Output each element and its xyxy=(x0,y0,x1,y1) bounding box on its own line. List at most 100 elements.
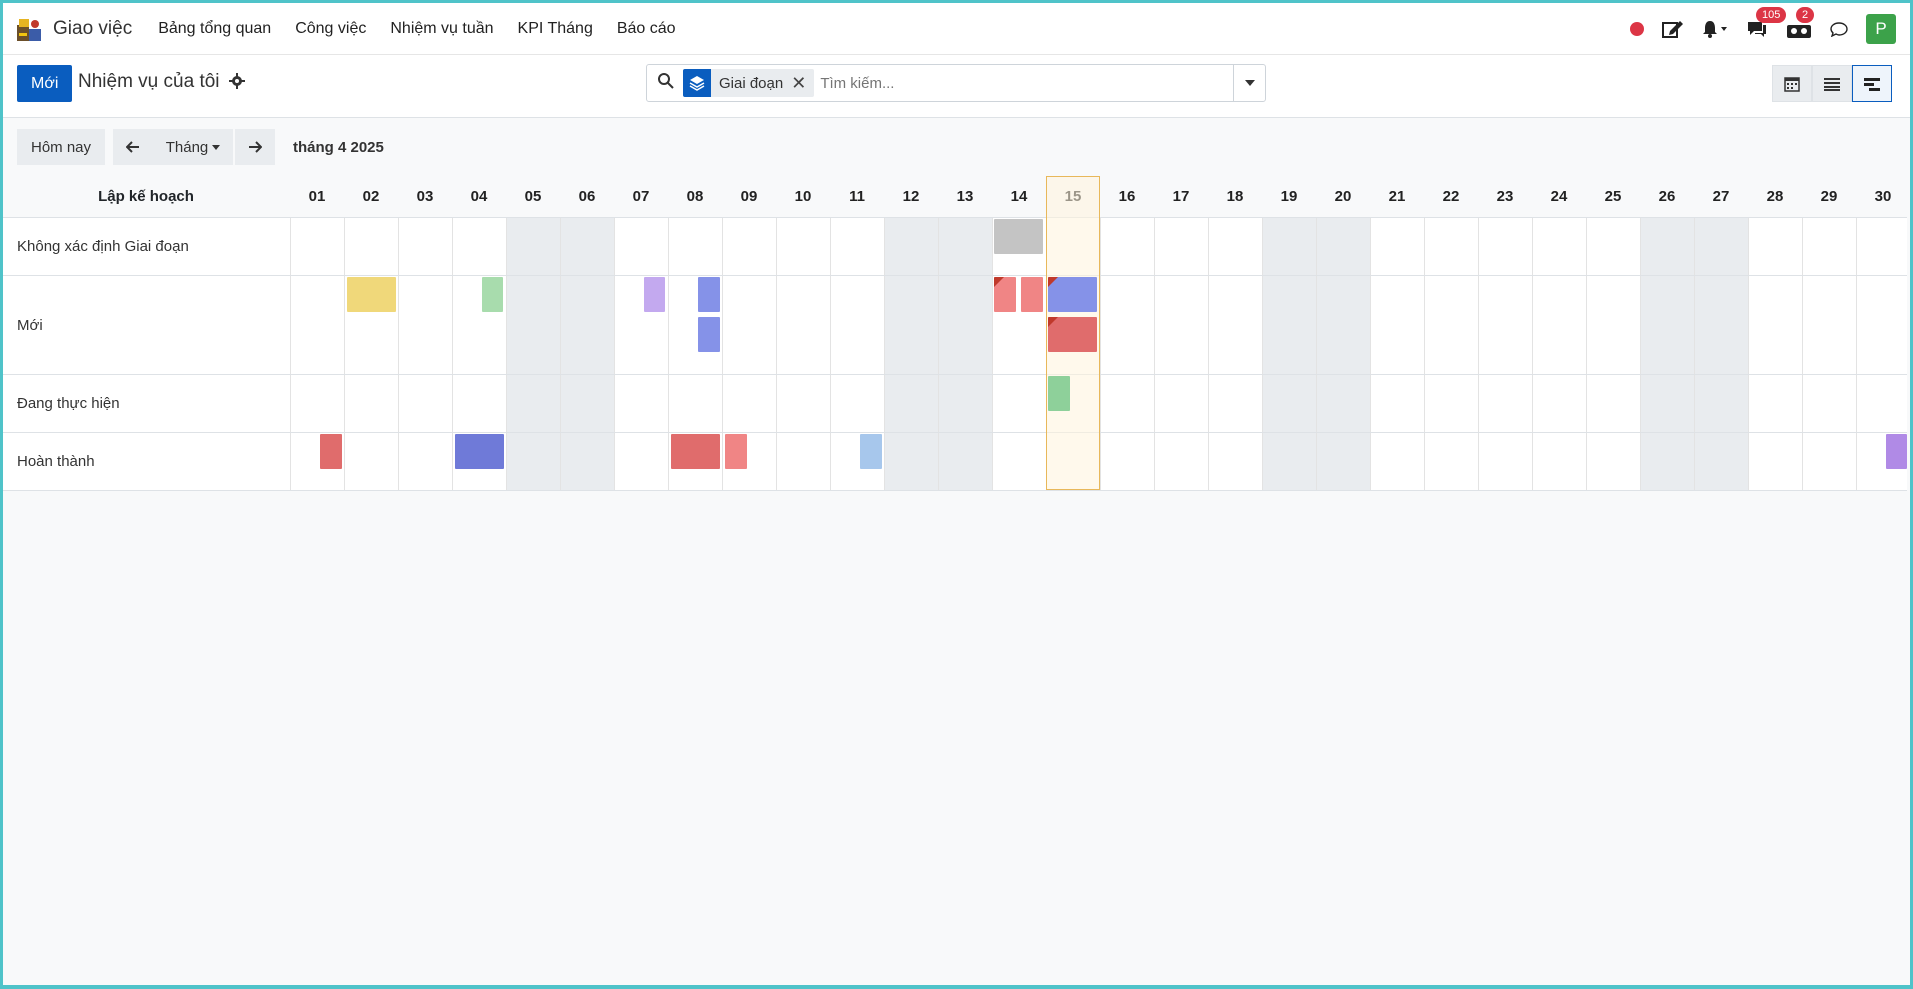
search-icon[interactable] xyxy=(657,72,675,95)
gantt-cell[interactable] xyxy=(1478,433,1532,490)
gantt-cell[interactable] xyxy=(1640,276,1694,374)
gantt-cell[interactable] xyxy=(1424,433,1478,490)
menu-item-dashboard[interactable]: Bảng tổng quan xyxy=(146,20,283,38)
gantt-cell[interactable] xyxy=(992,433,1046,490)
gantt-cell[interactable] xyxy=(668,218,722,275)
gantt-cell[interactable] xyxy=(1640,433,1694,490)
menu-item-kpi-month[interactable]: KPI Tháng xyxy=(506,20,605,38)
gantt-cell[interactable] xyxy=(1100,276,1154,374)
gantt-cell[interactable] xyxy=(560,375,614,432)
scale-dropdown[interactable]: Tháng xyxy=(153,129,233,165)
gantt-cell[interactable] xyxy=(398,433,452,490)
gantt-cell[interactable] xyxy=(1856,218,1910,275)
gantt-cell[interactable] xyxy=(344,375,398,432)
gantt-cell[interactable] xyxy=(1586,433,1640,490)
recording-indicator-icon[interactable] xyxy=(1630,22,1644,36)
gantt-cell[interactable] xyxy=(506,218,560,275)
gantt-task-pill[interactable] xyxy=(725,434,747,469)
gantt-cell[interactable] xyxy=(938,218,992,275)
gantt-cell[interactable] xyxy=(992,375,1046,432)
gantt-cell[interactable] xyxy=(1640,218,1694,275)
gantt-cell[interactable] xyxy=(722,375,776,432)
gantt-cell[interactable] xyxy=(776,218,830,275)
gantt-task-pill[interactable] xyxy=(1021,277,1043,312)
gantt-cell[interactable] xyxy=(1262,375,1316,432)
gantt-cell[interactable] xyxy=(290,375,344,432)
menu-item-reports[interactable]: Báo cáo xyxy=(605,20,688,38)
gantt-cell[interactable] xyxy=(1424,218,1478,275)
gantt-task-pill[interactable] xyxy=(994,277,1016,312)
gantt-cell[interactable] xyxy=(1802,218,1856,275)
gantt-cell[interactable] xyxy=(1316,375,1370,432)
list-view-icon[interactable] xyxy=(1812,65,1852,102)
gantt-cell[interactable] xyxy=(1532,276,1586,374)
menu-item-tasks[interactable]: Công việc xyxy=(283,20,378,38)
next-button[interactable] xyxy=(235,129,275,165)
calendar-view-icon[interactable] xyxy=(1772,65,1812,102)
gantt-task-pill[interactable] xyxy=(860,434,882,469)
messages-icon[interactable]: 105 xyxy=(1746,7,1787,39)
app-name[interactable]: Giao việc xyxy=(53,18,132,40)
gantt-task-pill[interactable] xyxy=(455,434,504,469)
gantt-cell[interactable] xyxy=(506,375,560,432)
today-button[interactable]: Hôm nay xyxy=(17,129,105,165)
gantt-cell[interactable] xyxy=(1532,218,1586,275)
gantt-task-pill[interactable] xyxy=(644,277,665,312)
gantt-cell[interactable] xyxy=(1802,433,1856,490)
gantt-cell[interactable] xyxy=(398,375,452,432)
gantt-cell[interactable] xyxy=(884,375,938,432)
gantt-cell[interactable] xyxy=(1748,276,1802,374)
gantt-cell[interactable] xyxy=(1532,433,1586,490)
gantt-cell[interactable] xyxy=(1748,218,1802,275)
gantt-task-pill[interactable] xyxy=(1048,277,1097,312)
gantt-cell[interactable] xyxy=(1802,276,1856,374)
gantt-cell[interactable] xyxy=(1262,218,1316,275)
activity-icon[interactable]: 2 xyxy=(1786,7,1815,39)
gantt-cell[interactable] xyxy=(1046,433,1100,490)
gantt-cell[interactable] xyxy=(776,433,830,490)
bell-icon[interactable] xyxy=(1702,20,1728,38)
gantt-cell[interactable] xyxy=(884,433,938,490)
gantt-cell[interactable] xyxy=(614,218,668,275)
gantt-cell[interactable] xyxy=(1100,433,1154,490)
gantt-cell[interactable] xyxy=(1586,375,1640,432)
gantt-cell[interactable] xyxy=(1424,276,1478,374)
gantt-cell[interactable] xyxy=(830,276,884,374)
gantt-cell[interactable] xyxy=(506,276,560,374)
gantt-cell[interactable] xyxy=(1694,433,1748,490)
gantt-cell[interactable] xyxy=(290,276,344,374)
gantt-cell[interactable] xyxy=(1640,375,1694,432)
gantt-cell[interactable] xyxy=(1208,218,1262,275)
gantt-cell[interactable] xyxy=(884,218,938,275)
gantt-cell[interactable] xyxy=(1478,218,1532,275)
gantt-cell[interactable] xyxy=(1748,375,1802,432)
gantt-cell[interactable] xyxy=(938,375,992,432)
gantt-cell[interactable] xyxy=(452,375,506,432)
gantt-cell[interactable] xyxy=(1316,433,1370,490)
gantt-cell[interactable] xyxy=(1694,276,1748,374)
edit-icon[interactable] xyxy=(1662,19,1684,39)
gantt-task-pill[interactable] xyxy=(347,277,396,312)
gantt-cell[interactable] xyxy=(560,218,614,275)
user-avatar[interactable]: P xyxy=(1866,14,1896,44)
gantt-cell[interactable] xyxy=(938,433,992,490)
gantt-cell[interactable] xyxy=(1154,375,1208,432)
gantt-cell[interactable] xyxy=(1370,433,1424,490)
gantt-cell[interactable] xyxy=(938,276,992,374)
gantt-task-pill[interactable] xyxy=(1886,434,1907,469)
gantt-cell[interactable] xyxy=(830,218,884,275)
gantt-cell[interactable] xyxy=(1100,218,1154,275)
previous-button[interactable] xyxy=(113,129,153,165)
gantt-task-pill[interactable] xyxy=(698,317,720,352)
gantt-cell[interactable] xyxy=(1046,218,1100,275)
gantt-cell[interactable] xyxy=(1262,433,1316,490)
gantt-cell[interactable] xyxy=(668,375,722,432)
gantt-cell[interactable] xyxy=(1370,375,1424,432)
new-button[interactable]: Mới xyxy=(17,65,73,102)
gantt-cell[interactable] xyxy=(1262,276,1316,374)
gantt-view-icon[interactable] xyxy=(1852,65,1892,102)
gear-icon[interactable] xyxy=(229,73,245,94)
gantt-cell[interactable] xyxy=(1478,375,1532,432)
gantt-task-pill[interactable] xyxy=(320,434,342,469)
gantt-cell[interactable] xyxy=(452,218,506,275)
